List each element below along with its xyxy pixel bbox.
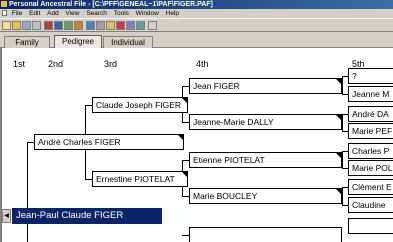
generation-header-3: 3rd: [104, 59, 118, 69]
connector-line: [182, 196, 189, 197]
expand-marker-icon: [336, 115, 341, 120]
person-box[interactable]: Clément E: [348, 179, 393, 195]
person-box[interactable]: [189, 227, 342, 242]
expand-marker-icon: [336, 153, 341, 158]
connector-line: [182, 122, 189, 123]
help-icon[interactable]: [148, 21, 157, 30]
person-name: André Charles FIGER: [38, 137, 121, 147]
person-box[interactable]: Etienne PIOTELAT: [189, 152, 342, 168]
expand-marker-icon: [182, 98, 187, 103]
person-name: Jeanne-Marie DALLY: [193, 117, 274, 127]
person-box[interactable]: Charles P: [348, 143, 393, 159]
menu-window[interactable]: Window: [134, 9, 162, 18]
person-box[interactable]: Marie POL: [348, 160, 393, 176]
connector-line: [182, 160, 189, 161]
view-tabs: Family Pedigree Individual: [0, 32, 393, 48]
menu-bar: File Edit Add View Search Tools Window H…: [0, 9, 393, 18]
notes-icon[interactable]: [106, 21, 115, 30]
person-name: André DA: [352, 109, 389, 119]
menu-edit[interactable]: Edit: [27, 9, 43, 18]
person-name: Charles P: [352, 146, 390, 156]
person-box[interactable]: Marie PEF: [348, 123, 393, 139]
tools-icon[interactable]: [116, 21, 125, 30]
window-title: Personal Ancestral File - [C:\PFF\GENEAL…: [9, 1, 213, 8]
pedigree-icon[interactable]: [54, 21, 63, 30]
person-name: Marie POL: [352, 163, 393, 173]
person-name: Etienne PIOTELAT: [193, 155, 265, 165]
connector-line: [342, 76, 343, 95]
generation-header-2: 2nd: [48, 59, 64, 69]
document-icon[interactable]: [2, 10, 7, 16]
add-person-icon[interactable]: [86, 21, 95, 30]
person-box[interactable]: Jean FIGER: [189, 78, 342, 94]
connector-line: [27, 142, 28, 242]
person-name: Jeanne M: [352, 89, 390, 99]
individual-icon[interactable]: [64, 21, 73, 30]
scroll-left-arrow[interactable]: ◀: [2, 209, 11, 223]
connector-line: [182, 86, 189, 87]
person-name: Claude Joseph FIGER: [96, 100, 182, 110]
person-box[interactable]: André Charles FIGER: [34, 134, 184, 150]
expand-marker-icon: [336, 189, 341, 194]
person-box[interactable]: Claudine: [348, 197, 393, 213]
person-box[interactable]: Marie BOUCLEY: [189, 188, 342, 204]
generation-header-4: 4th: [196, 59, 209, 69]
menu-search[interactable]: Search: [84, 9, 110, 18]
connector-line: [85, 179, 92, 180]
connector-line: [27, 142, 34, 143]
new-file-icon[interactable]: [2, 21, 11, 30]
menu-tools[interactable]: Tools: [112, 9, 132, 18]
person-box[interactable]: Jeanne M: [348, 86, 393, 102]
family-icon[interactable]: [44, 21, 53, 30]
expand-marker-icon: [336, 79, 341, 84]
person-name: Marie PEF: [352, 126, 393, 136]
person-name: ?: [352, 71, 357, 81]
person-box[interactable]: Claude Joseph FIGER: [92, 97, 188, 113]
toolbar: [0, 18, 393, 32]
search-icon[interactable]: [96, 21, 105, 30]
person-box[interactable]: ?: [348, 68, 393, 84]
pedigree-chart: 1st 2nd 3rd 4th 5th ◀ Jean-Paul Claude F…: [0, 48, 393, 242]
app-icon: [1, 1, 7, 7]
open-folder-icon[interactable]: [12, 21, 21, 30]
save-icon[interactable]: [22, 21, 31, 30]
menu-view[interactable]: View: [64, 9, 83, 18]
tab-pedigree[interactable]: Pedigree: [54, 35, 102, 48]
connector-line: [342, 187, 343, 206]
menu-help[interactable]: Help: [164, 9, 182, 18]
person-name: Claudine: [352, 200, 386, 210]
person-name: Ernestine PIOTELAT: [96, 174, 175, 184]
expand-marker-icon: [182, 172, 187, 177]
person-box[interactable]: André DA: [348, 106, 393, 122]
menu-file[interactable]: File: [10, 9, 25, 18]
person-name: Clément E: [352, 182, 392, 192]
expand-marker-icon: [178, 135, 183, 140]
person-name: Marie BOUCLEY: [193, 191, 258, 201]
tab-individual[interactable]: Individual: [103, 36, 153, 48]
person-box[interactable]: Ernestine PIOTELAT: [92, 171, 188, 187]
title-bar: Personal Ancestral File - [C:\PFF\GENEAL…: [0, 0, 393, 9]
connector-line: [85, 105, 92, 106]
connector-line: [342, 114, 343, 132]
person-name: Jean-Paul Claude FIGER: [16, 210, 124, 221]
person-name: Jean FIGER: [193, 81, 240, 91]
sources-icon[interactable]: [126, 21, 135, 30]
person-box-selected[interactable]: Jean-Paul Claude FIGER: [12, 208, 162, 224]
report-icon[interactable]: [74, 21, 83, 30]
person-box[interactable]: Jeanne-Marie DALLY: [189, 114, 342, 130]
connector-line: [342, 151, 343, 169]
connector-line: [182, 235, 189, 236]
generation-header-1: 1st: [13, 59, 26, 69]
menu-add[interactable]: Add: [45, 9, 62, 18]
tab-family[interactable]: Family: [4, 36, 50, 48]
person-box[interactable]: [348, 218, 393, 234]
multimedia-icon[interactable]: [136, 21, 145, 30]
print-icon[interactable]: [32, 21, 41, 30]
